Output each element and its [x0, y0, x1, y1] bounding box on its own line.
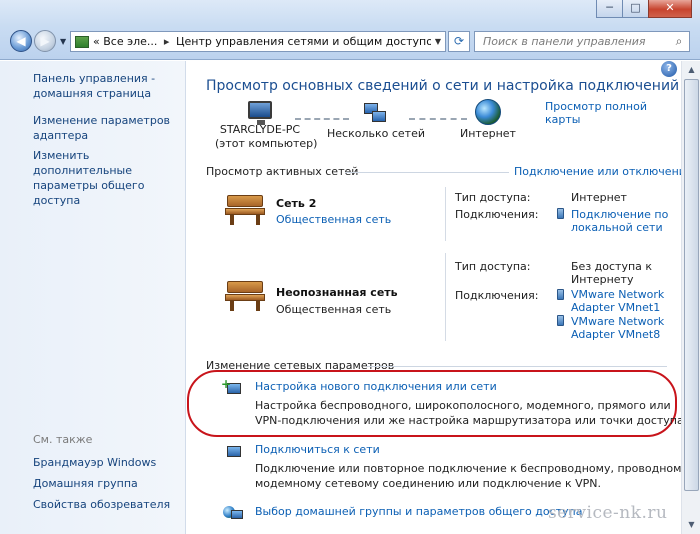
recent-pages-dropdown[interactable]: ▼ [60, 37, 66, 46]
scroll-up-icon: ▲ [688, 65, 695, 74]
minimize-button[interactable]: ─ [596, 0, 622, 18]
globe-icon [475, 99, 501, 125]
search-input[interactable] [475, 32, 669, 51]
arrow-right-icon: ▶ [40, 34, 50, 48]
divider [445, 253, 446, 341]
task-homegroup-link[interactable]: Выбор домашней группы и параметров общег… [255, 505, 582, 518]
watermark: service-nk.ru [548, 503, 668, 523]
map-node-internet[interactable]: Интернет [453, 99, 523, 141]
refresh-button[interactable]: ⟳ [448, 31, 470, 52]
help-button[interactable]: ? [661, 61, 677, 77]
new-connection-icon: + [221, 377, 245, 399]
divider [367, 366, 667, 367]
access-type-label: Тип доступа: [455, 260, 531, 273]
close-icon: ✕ [665, 1, 675, 14]
control-panel-icon [75, 35, 89, 48]
minimize-icon: ─ [606, 1, 613, 14]
connection-link-lan[interactable]: Подключение по локальной сети [571, 208, 668, 234]
network-adapter-icon [557, 315, 564, 326]
active-networks-heading: Просмотр активных сетей [206, 165, 359, 178]
breadcrumb-separator-icon[interactable]: ▸ [164, 35, 170, 48]
page-title: Просмотр основных сведений о сети и наст… [206, 78, 680, 94]
sidebar-item-firewall[interactable]: Брандмауэр Windows [33, 455, 183, 470]
address-bar[interactable]: « Все элe... ▸ Центр управления сетями и… [70, 31, 446, 52]
maximize-icon: □ [630, 1, 641, 14]
search-box: ⌕ [474, 31, 690, 52]
computer-icon [248, 101, 272, 125]
chevron-down-icon: ▼ [434, 37, 442, 46]
connect-disconnect-link[interactable]: Подключение или отключение [514, 165, 693, 178]
divider [345, 172, 509, 173]
connection-link-vmnet1[interactable]: VMware Network Adapter VMnet1 [571, 288, 664, 314]
chevron-down-icon: ▼ [60, 37, 67, 46]
divider [445, 187, 446, 241]
access-type-label: Тип доступа: [455, 191, 531, 204]
computer-name: STARCLYDE-PC [219, 123, 301, 136]
access-type-value: Без доступа к Интернету [571, 260, 653, 286]
search-icon[interactable]: ⌕ [669, 34, 689, 49]
see-also-heading: См. также [33, 433, 93, 446]
networks-label: Несколько сетей [327, 127, 425, 140]
refresh-icon: ⟳ [453, 34, 465, 48]
scroll-down-button[interactable]: ▼ [684, 517, 699, 532]
sidebar-item-homegroup[interactable]: Домашняя группа [33, 476, 183, 491]
network-name: Неопознанная сеть [276, 286, 398, 299]
window-controls: ─ □ ✕ [596, 0, 692, 18]
breadcrumb-overflow[interactable]: « [93, 35, 100, 48]
vertical-scrollbar[interactable]: ▲ ▼ [681, 61, 700, 534]
map-node-computer[interactable]: STARCLYDE-PC (этот компьютер) [215, 101, 318, 151]
sidebar-item-sharing-settings[interactable]: Изменить дополнительные параметры общего… [33, 148, 183, 208]
breadcrumb-item-all[interactable]: Все элe... [103, 35, 157, 48]
back-button[interactable]: ◀ [10, 30, 32, 52]
task-new-connection-desc: Настройка беспроводного, широкополосного… [255, 399, 688, 427]
sidebar-item-control-panel-home[interactable]: Панель управления - домашняя страница [33, 71, 183, 101]
scroll-thumb[interactable] [684, 79, 699, 491]
arrow-left-icon: ◀ [16, 34, 26, 48]
computer-subtitle: (этот компьютер) [215, 137, 318, 150]
help-icon: ? [666, 63, 672, 74]
access-type-value: Интернет [571, 191, 627, 204]
connect-network-icon [223, 442, 245, 462]
task-new-connection-link[interactable]: Настройка нового подключения или сети [255, 380, 497, 393]
internet-label: Интернет [460, 127, 516, 140]
public-network-bench-icon [225, 279, 265, 311]
maximize-button[interactable]: □ [622, 0, 648, 18]
public-network-bench-icon [225, 193, 265, 225]
address-dropdown-button[interactable]: ▼ [431, 37, 445, 46]
connection-link-vmnet8[interactable]: VMware Network Adapter VMnet8 [571, 315, 664, 341]
network-name: Сеть 2 [276, 197, 317, 210]
multiple-networks-icon [362, 101, 388, 125]
main-pane: ? Просмотр основных сведений о сети и на… [187, 61, 693, 534]
scroll-up-button[interactable]: ▲ [684, 62, 699, 77]
full-map-link[interactable]: Просмотр полной карты [545, 100, 681, 126]
sidebar-item-adapter-settings[interactable]: Изменение параметров адаптера [33, 113, 183, 143]
window-chrome: ─ □ ✕ ◀ ▶ ▼ « Все элe... ▸ Центр управле… [0, 0, 700, 60]
close-button[interactable]: ✕ [648, 0, 692, 18]
forward-button[interactable]: ▶ [34, 30, 56, 52]
ethernet-icon [557, 208, 564, 219]
network-type-link[interactable]: Общественная сеть [276, 213, 391, 226]
connections-label: Подключения: [455, 289, 539, 302]
task-connect-network-desc: Подключение или повторное подключение к … [255, 462, 692, 490]
connections-label: Подключения: [455, 208, 539, 221]
network-adapter-icon [557, 289, 564, 300]
breadcrumb-item-network-center[interactable]: Центр управления сетями и общим доступом [176, 35, 431, 48]
homegroup-icon [223, 504, 245, 524]
network-type: Общественная сеть [276, 303, 392, 316]
sidebar-item-browser-properties[interactable]: Свойства обозревателя [33, 497, 183, 512]
scroll-down-icon: ▼ [688, 520, 695, 529]
left-pane: Панель управления - домашняя страница Из… [0, 61, 186, 534]
map-node-networks[interactable]: Несколько сетей [327, 101, 425, 141]
task-connect-network-link[interactable]: Подключиться к сети [255, 443, 380, 456]
breadcrumb: « Все элe... ▸ Центр управления сетями и… [93, 35, 431, 48]
